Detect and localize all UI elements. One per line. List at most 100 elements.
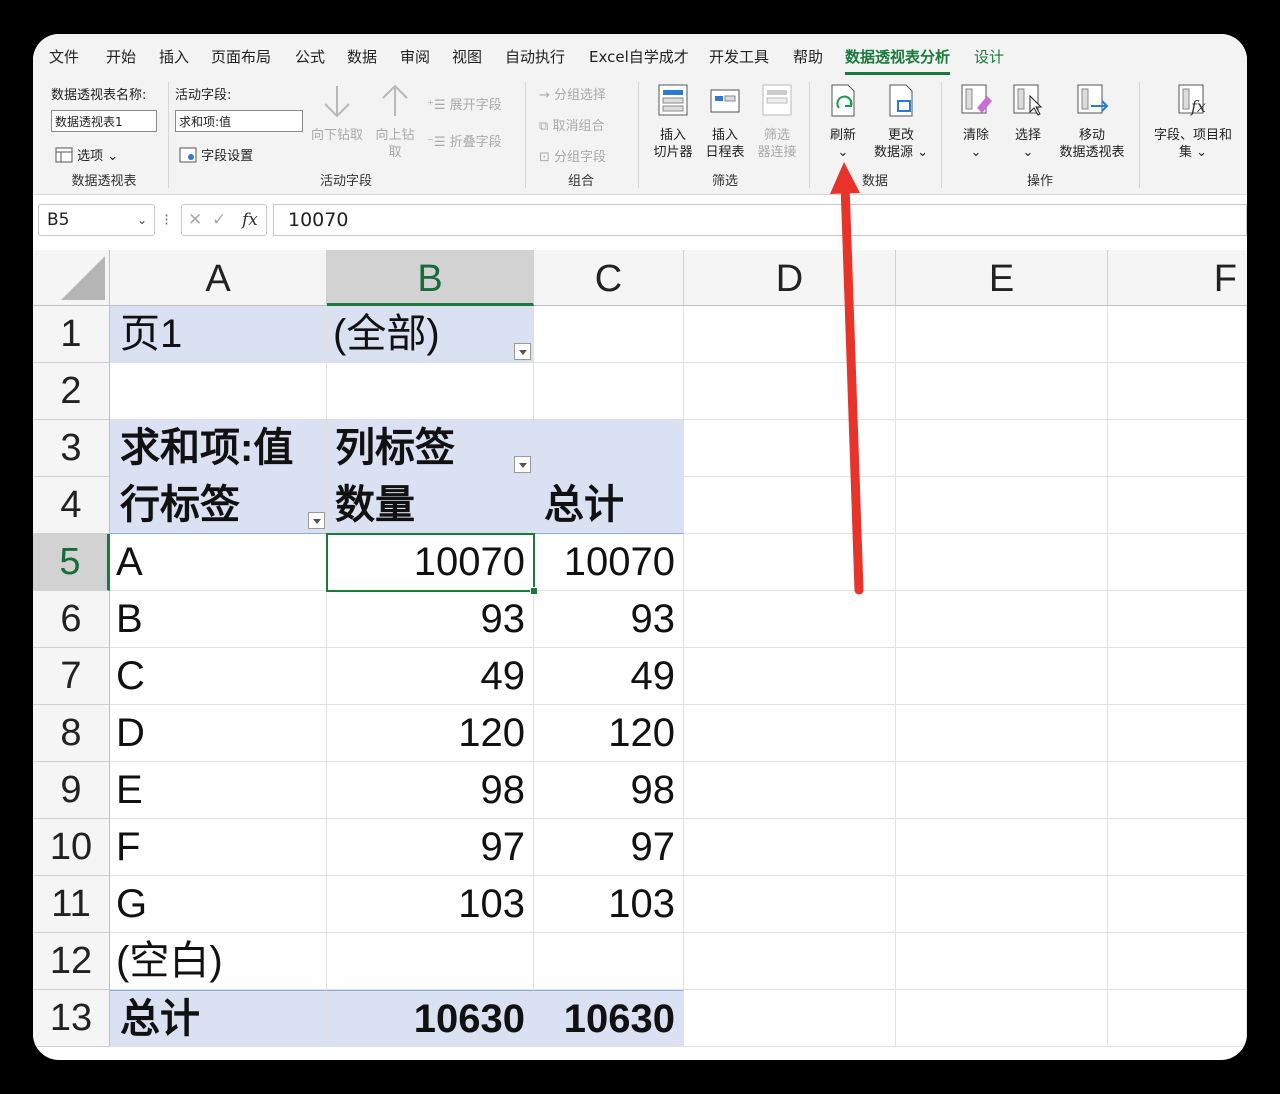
row-header-11[interactable]: 11 [33, 876, 110, 933]
cell-b13-grand-qty[interactable]: 10630 [327, 990, 534, 1047]
empty-cell[interactable] [1108, 420, 1247, 477]
empty-cell[interactable] [1108, 876, 1247, 933]
row-header-5[interactable]: 5 [33, 534, 110, 591]
empty-cell[interactable] [684, 990, 896, 1047]
pivot-row-total[interactable]: 103 [534, 876, 684, 933]
tab-help[interactable]: 帮助 [793, 46, 823, 67]
empty-cell[interactable] [1108, 534, 1247, 591]
pivot-row-label[interactable]: (空白) [110, 933, 327, 990]
empty-cell[interactable] [896, 876, 1108, 933]
field-settings-button[interactable]: 字段设置 [179, 145, 253, 164]
name-box[interactable]: B5 ⌄ [38, 204, 155, 236]
pivot-row-qty[interactable]: 97 [327, 819, 534, 876]
tab-automate[interactable]: 自动执行 [505, 46, 565, 67]
tab-excel-self-study[interactable]: Excel自学成才 [589, 46, 689, 67]
tab-design[interactable]: 设计 [974, 46, 1004, 67]
empty-cell[interactable] [684, 705, 896, 762]
chevron-down-icon[interactable]: ⌄ [137, 205, 147, 235]
change-data-source-button[interactable]: 更改 数据源 ⌄ [869, 82, 933, 161]
row-header-10[interactable]: 10 [33, 819, 110, 876]
empty-cell[interactable] [896, 819, 1108, 876]
empty-cell[interactable] [896, 990, 1108, 1047]
pivot-row-qty[interactable]: 98 [327, 762, 534, 819]
row-header-12[interactable]: 12 [33, 933, 110, 990]
cell-b4-qty-header[interactable]: 数量 [327, 477, 534, 534]
column-header-e[interactable]: E [896, 250, 1108, 306]
pivot-row-label[interactable]: E [110, 762, 327, 819]
pivot-name-input[interactable]: 数据透视表1 [51, 110, 157, 132]
empty-cell[interactable] [684, 420, 896, 477]
row-header-9[interactable]: 9 [33, 762, 110, 819]
cell-a13-grand-total-label[interactable]: 总计 [110, 990, 327, 1047]
empty-cell[interactable] [896, 648, 1108, 705]
empty-cell[interactable] [684, 477, 896, 534]
empty-cell[interactable] [110, 363, 327, 420]
pivot-row-label[interactable]: B [110, 591, 327, 648]
cell-a1-page-field[interactable]: 页1 [110, 306, 327, 363]
tab-pivot-analyze[interactable]: 数据透视表分析 [845, 46, 951, 75]
empty-cell[interactable] [1108, 363, 1247, 420]
cell-a4-row-labels[interactable]: 行标签 [110, 477, 327, 534]
clear-dropdown-icon[interactable]: ⌄ [953, 144, 999, 161]
fields-items-sets-button[interactable]: fx 字段、项目和 集 ⌄ [1147, 82, 1239, 161]
empty-cell[interactable] [534, 363, 684, 420]
select-all-corner[interactable] [33, 250, 110, 306]
page-filter-dropdown-icon[interactable] [514, 343, 531, 360]
row-header-6[interactable]: 6 [33, 591, 110, 648]
column-header-c[interactable]: C [534, 250, 684, 306]
column-header-a[interactable]: A [110, 250, 327, 306]
empty-cell[interactable] [896, 306, 1108, 363]
empty-cell[interactable] [896, 477, 1108, 534]
active-field-input[interactable]: 求和项:值 [175, 110, 303, 132]
pivot-row-total[interactable]: 93 [534, 591, 684, 648]
pivot-row-qty[interactable]: 103 [327, 876, 534, 933]
insert-function-icon[interactable]: fx [242, 210, 258, 230]
pivot-row-total[interactable]: 120 [534, 705, 684, 762]
worksheet-grid[interactable]: A B C D E F 1 2 3 4 5 6 7 8 9 10 11 12 1… [33, 250, 1247, 1060]
empty-cell[interactable] [684, 876, 896, 933]
pivot-row-total[interactable]: 49 [534, 648, 684, 705]
pivot-row-label[interactable]: C [110, 648, 327, 705]
empty-cell[interactable] [684, 648, 896, 705]
empty-cell[interactable] [1108, 933, 1247, 990]
row-header-1[interactable]: 1 [33, 306, 110, 363]
pivot-row-qty[interactable]: 49 [327, 648, 534, 705]
confirm-icon[interactable]: ✓ [212, 210, 226, 230]
empty-cell[interactable] [684, 591, 896, 648]
pivot-row-qty[interactable]: 120 [327, 705, 534, 762]
row-header-2[interactable]: 2 [33, 363, 110, 420]
row-header-4[interactable]: 4 [33, 477, 110, 534]
empty-cell[interactable] [1108, 648, 1247, 705]
empty-cell[interactable] [896, 534, 1108, 591]
options-button[interactable]: 选项 ⌄ [55, 145, 118, 164]
empty-cell[interactable] [1108, 477, 1247, 534]
empty-cell[interactable] [327, 363, 534, 420]
pivot-row-total[interactable]: 98 [534, 762, 684, 819]
pivot-row-total[interactable]: 10070 [534, 534, 684, 591]
empty-cell[interactable] [684, 306, 896, 363]
refresh-button[interactable]: 刷新 ⌄ [819, 82, 867, 161]
empty-cell[interactable] [1108, 819, 1247, 876]
cell-c4-total-header[interactable]: 总计 [534, 477, 684, 534]
pivot-row-total[interactable]: 97 [534, 819, 684, 876]
formula-input[interactable]: 10070 [273, 204, 1247, 236]
pivot-row-label[interactable]: G [110, 876, 327, 933]
cell-a3-sum-label[interactable]: 求和项:值 [110, 420, 327, 477]
row-header-8[interactable]: 8 [33, 705, 110, 762]
refresh-dropdown-icon[interactable]: ⌄ [819, 144, 867, 161]
cancel-icon[interactable]: ✕ [188, 210, 202, 230]
cell-b1-page-value[interactable]: (全部) [327, 306, 534, 363]
pivot-row-qty[interactable]: 93 [327, 591, 534, 648]
empty-cell[interactable] [1108, 762, 1247, 819]
tab-developer[interactable]: 开发工具 [709, 46, 769, 67]
clear-button[interactable]: 清除 ⌄ [953, 82, 999, 161]
empty-cell[interactable] [896, 762, 1108, 819]
pivot-row-qty[interactable] [327, 933, 534, 990]
empty-cell[interactable] [684, 819, 896, 876]
empty-cell[interactable] [896, 591, 1108, 648]
empty-cell[interactable] [1108, 705, 1247, 762]
cell-b3-column-labels[interactable]: 列标签 [327, 420, 534, 477]
column-labels-dropdown-icon[interactable] [514, 456, 531, 473]
select-dropdown-icon[interactable]: ⌄ [1005, 144, 1051, 161]
row-header-3[interactable]: 3 [33, 420, 110, 477]
